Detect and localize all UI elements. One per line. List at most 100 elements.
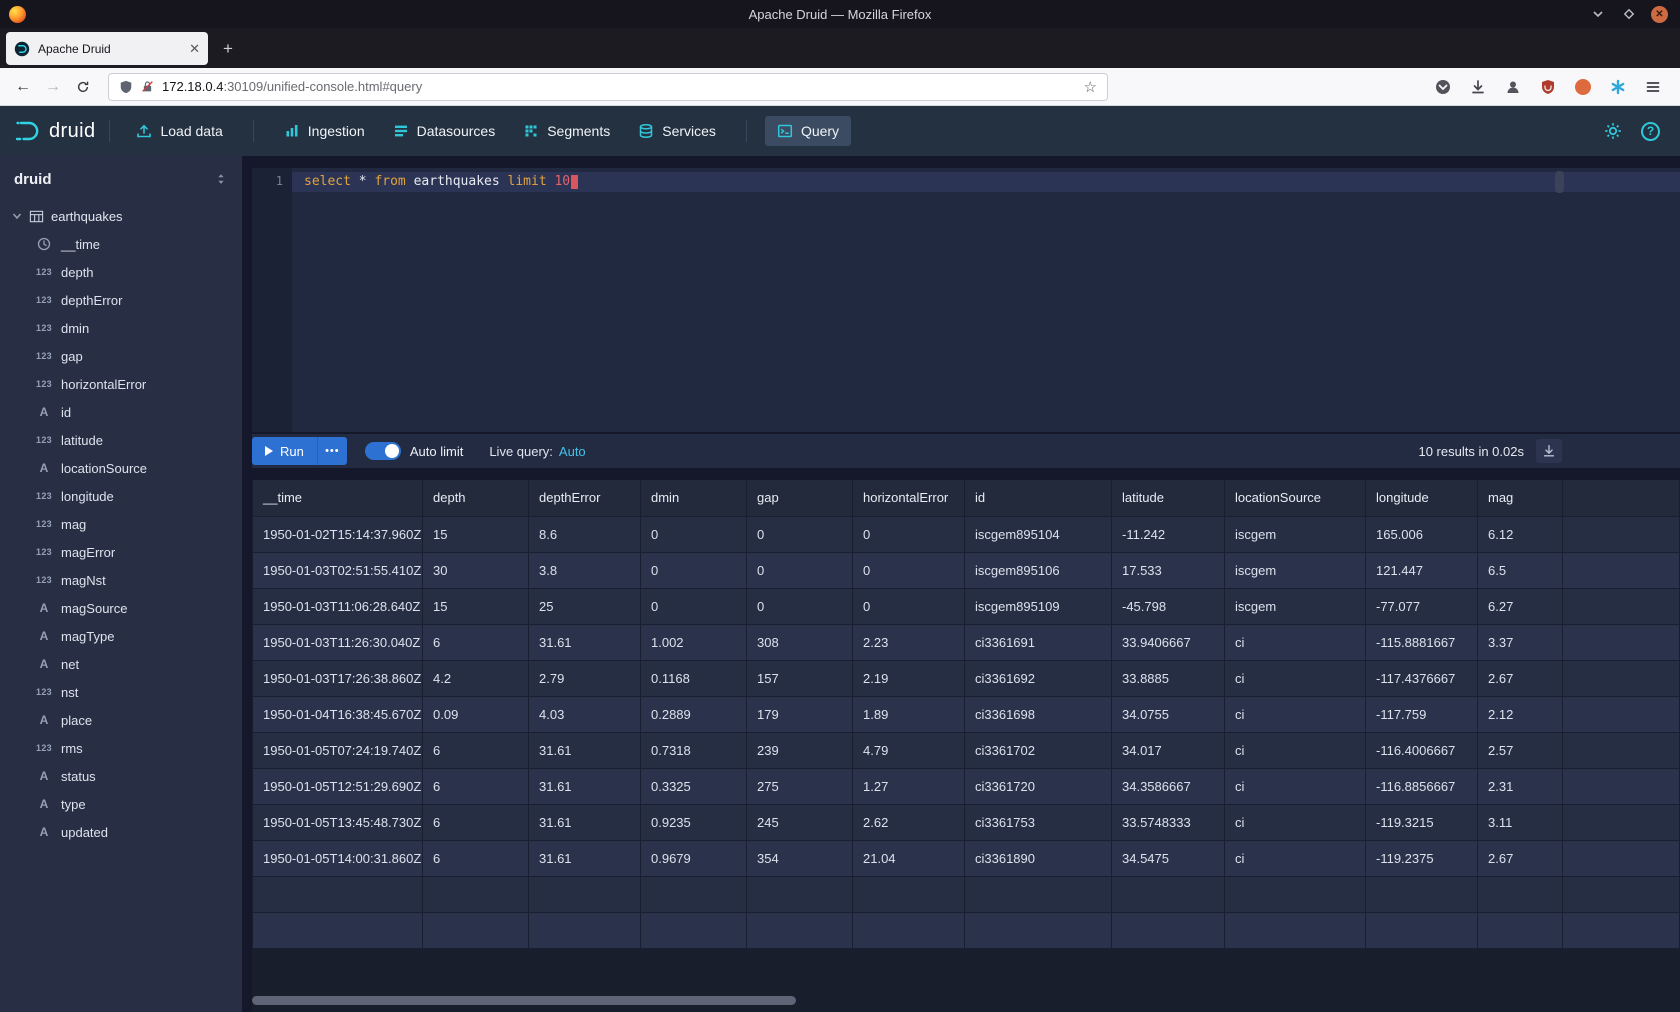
table-cell[interactable]: 1950-01-05T12:51:29.690Z <box>253 768 423 804</box>
table-cell[interactable]: 121.447 <box>1366 552 1478 588</box>
nav-services[interactable]: Services <box>626 116 728 146</box>
run-more-button[interactable]: ••• <box>317 437 347 465</box>
bookmark-star-icon[interactable]: ☆ <box>1084 78 1097 96</box>
column-header-__time[interactable]: __time <box>253 480 423 516</box>
url-text[interactable]: 172.18.0.4:30109/unified-console.html#qu… <box>162 79 1076 94</box>
table-cell[interactable]: 6 <box>423 840 529 876</box>
table-cell[interactable]: 0.09 <box>423 696 529 732</box>
table-cell[interactable]: -117.759 <box>1366 696 1478 732</box>
table-cell[interactable]: ci <box>1225 768 1366 804</box>
table-cell[interactable]: 33.5748333 <box>1112 804 1225 840</box>
menu-icon[interactable] <box>1644 78 1662 96</box>
horizontal-scrollbar[interactable] <box>252 996 1680 1006</box>
sql-editor[interactable]: 1 select * from earthquakes limit 10 <box>252 168 1680 432</box>
ublock-icon[interactable] <box>1539 78 1557 96</box>
table-cell[interactable]: ci <box>1225 840 1366 876</box>
table-cell[interactable]: iscgem <box>1225 516 1366 552</box>
sidebar-column-horizontalError[interactable]: 123horizontalError <box>0 370 242 398</box>
table-cell[interactable]: 30 <box>423 552 529 588</box>
table-cell[interactable]: 0 <box>747 552 853 588</box>
table-cell[interactable]: 0.3325 <box>641 768 747 804</box>
sidebar-column-locationSource[interactable]: AlocationSource <box>0 454 242 482</box>
table-cell[interactable]: 6 <box>423 624 529 660</box>
table-cell[interactable]: 3.11 <box>1478 804 1563 840</box>
table-cell[interactable]: 0.9235 <box>641 804 747 840</box>
minimize-icon[interactable] <box>1589 6 1606 23</box>
table-cell[interactable]: 31.61 <box>529 840 641 876</box>
sidebar-column-nst[interactable]: 123nst <box>0 678 242 706</box>
sidebar-column-magType[interactable]: AmagType <box>0 622 242 650</box>
new-tab-button[interactable]: + <box>214 35 242 63</box>
table-cell[interactable]: 239 <box>747 732 853 768</box>
auto-limit-toggle[interactable] <box>365 442 401 460</box>
table-cell[interactable]: -115.8881667 <box>1366 624 1478 660</box>
column-header-horizontalError[interactable]: horizontalError <box>853 480 965 516</box>
nav-datasources[interactable]: Datasources <box>381 116 508 146</box>
insecure-lock-icon[interactable] <box>141 80 154 93</box>
table-cell[interactable]: -77.077 <box>1366 588 1478 624</box>
close-icon[interactable]: ✕ <box>1651 6 1668 23</box>
table-cell[interactable]: 3.37 <box>1478 624 1563 660</box>
url-bar[interactable]: 172.18.0.4:30109/unified-console.html#qu… <box>108 73 1108 101</box>
table-cell[interactable]: 0 <box>641 516 747 552</box>
table-cell[interactable]: -116.4006667 <box>1366 732 1478 768</box>
sidebar-column-longitude[interactable]: 123longitude <box>0 482 242 510</box>
column-header-latitude[interactable]: latitude <box>1112 480 1225 516</box>
table-cell[interactable]: 2.19 <box>853 660 965 696</box>
table-cell[interactable]: 2.79 <box>529 660 641 696</box>
nav-segments[interactable]: Segments <box>511 116 622 146</box>
table-cell[interactable]: 1950-01-03T02:51:55.410Z <box>253 552 423 588</box>
sidebar-column-gap[interactable]: 123gap <box>0 342 242 370</box>
sidebar-column-mag[interactable]: 123mag <box>0 510 242 538</box>
table-cell[interactable]: 34.5475 <box>1112 840 1225 876</box>
multi-account-icon[interactable] <box>1609 78 1627 96</box>
table-cell[interactable]: 4.2 <box>423 660 529 696</box>
table-cell[interactable]: ci3361692 <box>965 660 1112 696</box>
table-cell[interactable]: 0 <box>853 516 965 552</box>
table-cell[interactable]: iscgem895109 <box>965 588 1112 624</box>
live-query-auto-link[interactable]: Auto <box>559 444 586 459</box>
sidebar-column-place[interactable]: Aplace <box>0 706 242 734</box>
table-cell[interactable]: 34.017 <box>1112 732 1225 768</box>
table-cell[interactable]: iscgem895104 <box>965 516 1112 552</box>
tab-apache-druid[interactable]: Apache Druid ✕ <box>6 32 208 65</box>
table-cell[interactable]: 1950-01-02T15:14:37.960Z <box>253 516 423 552</box>
table-cell[interactable]: ci <box>1225 660 1366 696</box>
table-cell[interactable]: ci <box>1225 804 1366 840</box>
druid-logo[interactable]: druid <box>14 119 95 143</box>
table-cell[interactable]: 1950-01-03T11:06:28.640Z <box>253 588 423 624</box>
table-cell[interactable]: ci3361691 <box>965 624 1112 660</box>
table-cell[interactable]: iscgem895106 <box>965 552 1112 588</box>
sidebar-column-net[interactable]: Anet <box>0 650 242 678</box>
table-cell[interactable]: 275 <box>747 768 853 804</box>
sidebar-column-type[interactable]: Atype <box>0 790 242 818</box>
shield-icon[interactable] <box>119 80 133 94</box>
table-cell[interactable]: 31.61 <box>529 624 641 660</box>
sidebar-column-__time[interactable]: __time <box>0 230 242 258</box>
table-cell[interactable]: 1950-01-03T11:26:30.040Z <box>253 624 423 660</box>
table-cell[interactable]: 1.27 <box>853 768 965 804</box>
table-cell[interactable]: 2.57 <box>1478 732 1563 768</box>
table-cell[interactable]: -119.2375 <box>1366 840 1478 876</box>
table-cell[interactable]: 0 <box>747 588 853 624</box>
sidebar-table-earthquakes[interactable]: earthquakes <box>0 202 242 230</box>
maximize-icon[interactable] <box>1620 6 1637 23</box>
table-cell[interactable]: 33.9406667 <box>1112 624 1225 660</box>
table-cell[interactable]: 1950-01-05T13:45:48.730Z <box>253 804 423 840</box>
table-cell[interactable]: 1950-01-03T17:26:38.860Z <box>253 660 423 696</box>
table-cell[interactable]: 0.2889 <box>641 696 747 732</box>
table-cell[interactable]: ci <box>1225 624 1366 660</box>
column-header-depth[interactable]: depth <box>423 480 529 516</box>
table-cell[interactable]: 2.67 <box>1478 840 1563 876</box>
table-cell[interactable]: 179 <box>747 696 853 732</box>
table-cell[interactable]: 33.8885 <box>1112 660 1225 696</box>
code-area[interactable]: select * from earthquakes limit 10 <box>292 168 1680 432</box>
nav-ingestion[interactable]: Ingestion <box>272 116 377 146</box>
tab-close-icon[interactable]: ✕ <box>189 41 200 57</box>
table-cell[interactable]: 245 <box>747 804 853 840</box>
run-button[interactable]: Run <box>252 437 317 465</box>
table-cell[interactable]: 31.61 <box>529 768 641 804</box>
table-cell[interactable]: 2.12 <box>1478 696 1563 732</box>
sidebar-column-latitude[interactable]: 123latitude <box>0 426 242 454</box>
table-cell[interactable]: 25 <box>529 588 641 624</box>
